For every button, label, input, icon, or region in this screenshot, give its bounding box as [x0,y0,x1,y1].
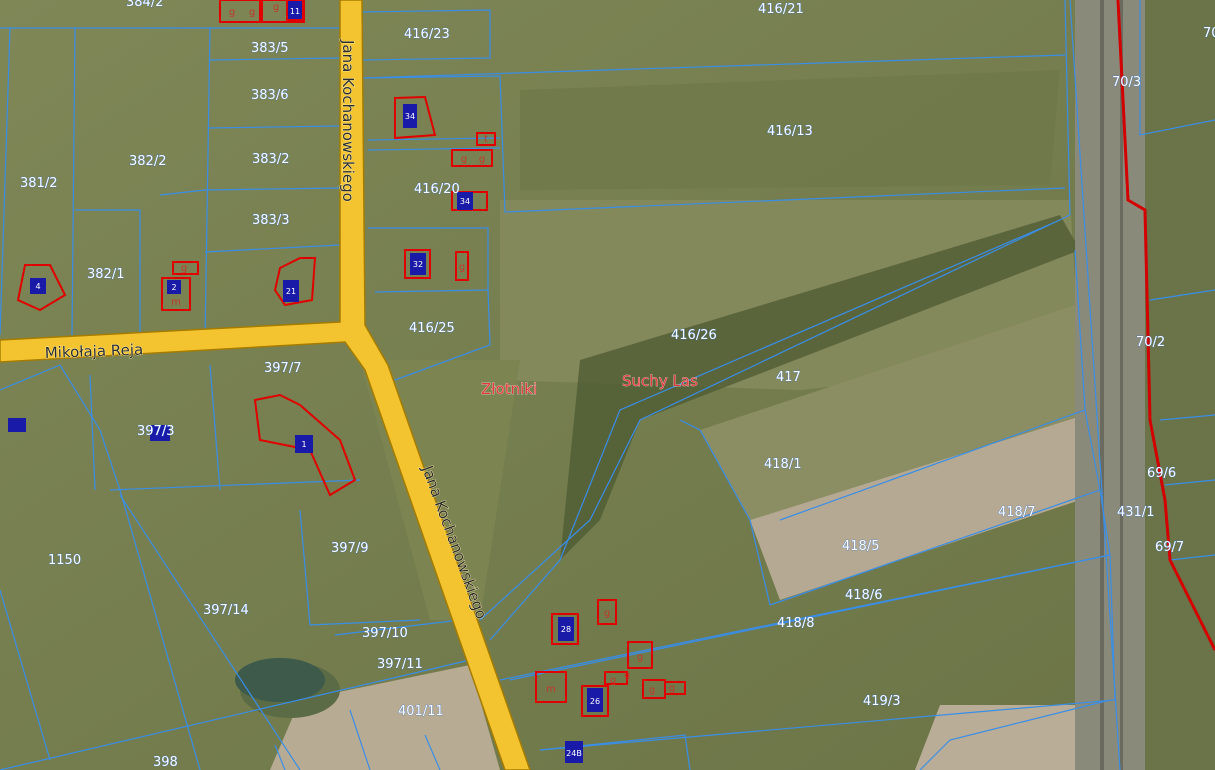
parcel-label: 70/2 [1136,335,1165,350]
parcel-label: 416/26 [671,328,717,343]
parcel-label: 431/1 [1117,505,1154,520]
building-code-g: g [624,670,630,681]
parcel-label: 401/11 [398,704,444,719]
parcel-label: 416/21 [758,2,804,17]
cadastral-map[interactable]: g g g 11 34 t g g 34 32 g 4 g 2 m 21 1 2… [0,0,1215,770]
parcel-label: 69/7 [1155,540,1184,555]
parcel-label: 416/20 [414,182,460,197]
building-code-g: g [229,7,235,18]
parcel-label: 397/3 [137,424,174,439]
building-number: 24B [566,749,582,758]
building-code-g: g [461,154,467,165]
building-code-m: m [171,297,181,308]
building-number: 32 [413,260,423,269]
parcel-label: 418/5 [842,539,879,554]
parcel-label: 397/7 [264,361,301,376]
building-number: 2 [171,283,176,292]
parcel-label: 383/3 [252,213,289,228]
parcel-label: 397/10 [362,626,408,641]
parcel-label: 69/6 [1147,466,1176,481]
parcel-label: 419/3 [863,694,900,709]
parcel-label: 416/25 [409,321,455,336]
parcel-label: 397/11 [377,657,423,672]
parcel-label: 418/6 [845,588,882,603]
parcel-label: 416/13 [767,124,813,139]
building-code-g: g [610,675,616,686]
building-number: 1 [301,440,306,449]
parcel-label: 381/2 [20,176,57,191]
building-code-g: g [479,154,485,165]
parcel-label: 397/14 [203,603,249,618]
parcel-label: 398 [153,755,178,770]
building-code-g: g [669,683,675,694]
building-number: 26 [590,697,600,706]
parcel-label: 418/7 [998,505,1035,520]
building-number: 34 [460,197,470,206]
building-code-m: m [546,684,556,695]
street-name-kochanowskiego-north: Jana Kochanowskiego [339,39,357,202]
parcel-label: 383/2 [252,152,289,167]
parcel-label: 418/8 [777,616,814,631]
building-code-t: t [484,134,488,145]
place-name-suchy-las: Suchy Las [622,372,698,390]
building-code-g: g [637,652,643,663]
building-code-g: g [181,263,187,274]
street-name-reja: Mikołaja Reja [45,341,144,362]
parcel-label: 384/2 [126,0,163,10]
place-name-zlotniki: Złotniki [481,380,537,398]
parcel-label: 383/5 [251,41,288,56]
aerial-imagery [0,0,1215,770]
parcel-label: 383/6 [251,88,288,103]
parcel-label: 70 [1203,26,1215,41]
building-code-g: g [604,608,610,619]
parcel-label: 382/1 [87,267,124,282]
parcel-label: 70/3 [1112,75,1141,90]
parcel-label: 417 [776,370,801,385]
building-number: 34 [405,112,415,121]
parcel-label: 416/23 [404,27,450,42]
building-number: 4 [35,282,40,291]
parcel-label: 418/1 [764,457,801,472]
parcel-label: 382/2 [129,154,166,169]
building-code-g: g [249,7,255,18]
parcel-label: 1150 [48,553,81,568]
parcel-label: 397/9 [331,541,368,556]
building-code-g: g [273,2,279,13]
building-number: 21 [286,287,296,296]
building-code-g: g [649,685,655,696]
building-number: 11 [290,7,300,16]
building-number: 28 [561,625,571,634]
building-code-g: g [459,262,465,273]
